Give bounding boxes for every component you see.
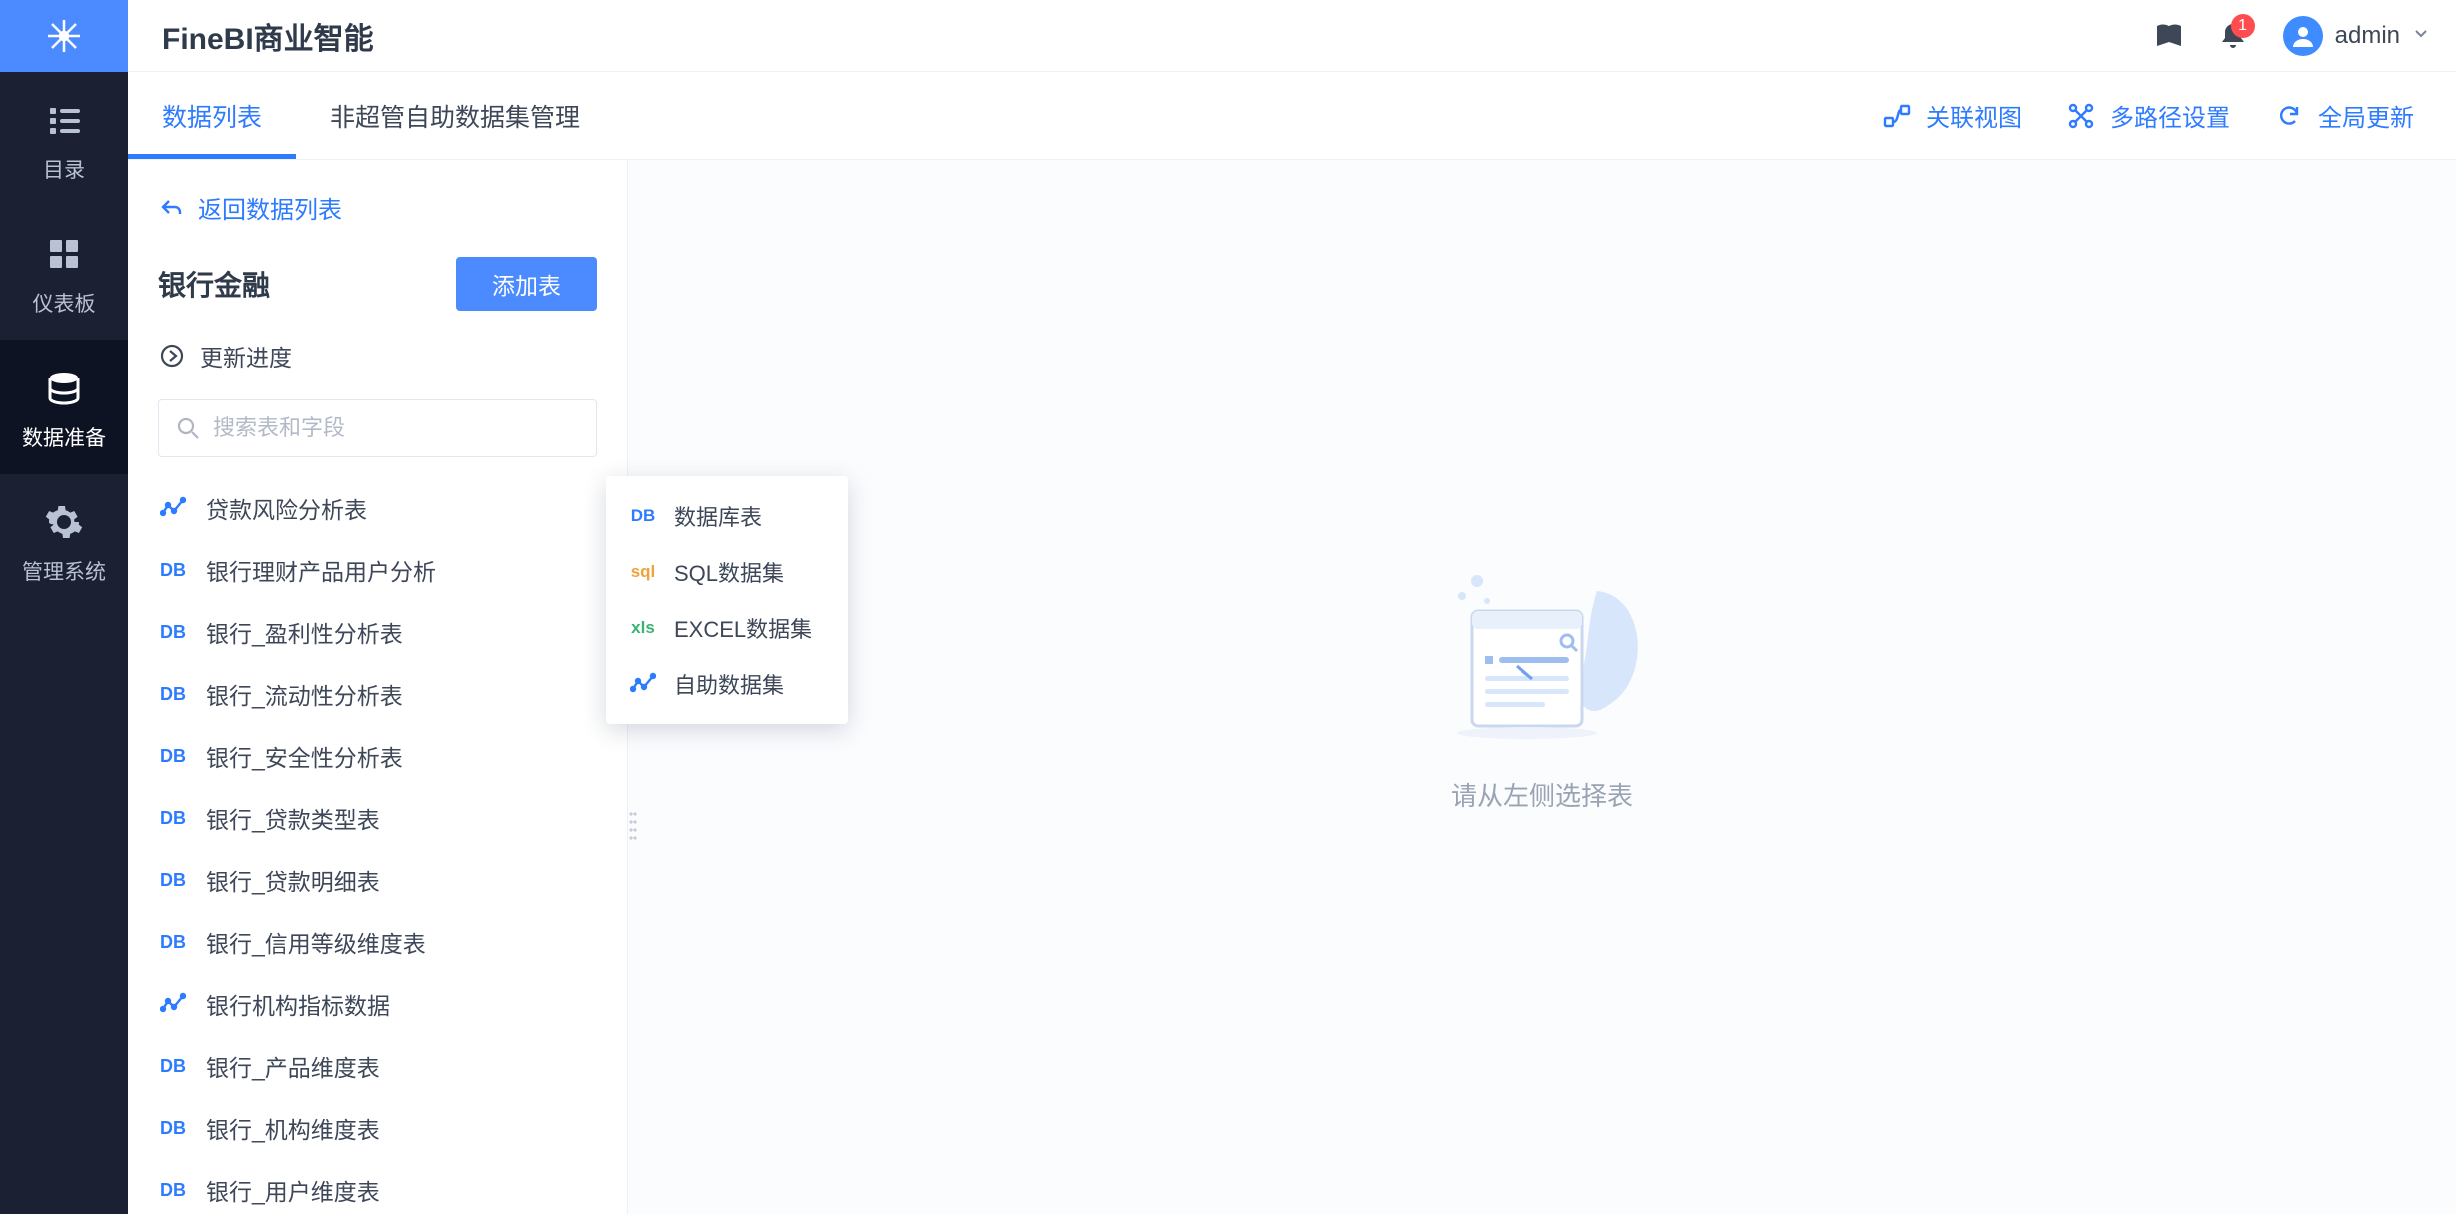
db-source-icon: DB — [628, 506, 658, 526]
tab-nonadmin-dataset[interactable]: 非超管自助数据集管理 — [296, 72, 614, 159]
add-table-menu: DB 数据库表 sql SQL数据集 xls EXCEL数据集自助数据集 — [606, 476, 848, 724]
tab-label: 数据列表 — [162, 98, 262, 134]
top-bar: FineBI商业智能 1 admin — [128, 0, 2456, 72]
rail-label: 目录 — [43, 154, 85, 184]
left-rail: 目录 仪表板 数据准备 管理系统 — [0, 0, 128, 1214]
package-name: 银行金融 — [158, 264, 436, 304]
table-item[interactable]: DB 银行_安全性分析表 — [128, 725, 627, 787]
table-item[interactable]: DB 银行_用户维度表 — [128, 1159, 627, 1214]
rail-item-dashboard[interactable]: 仪表板 — [0, 206, 128, 340]
app-logo[interactable] — [0, 0, 128, 72]
table-name: 银行_贷款明细表 — [206, 863, 380, 897]
dashboard-icon — [44, 234, 84, 274]
search-field[interactable] — [158, 399, 597, 457]
table-name: 银行机构指标数据 — [206, 987, 390, 1021]
add-menu-item[interactable]: DB 数据库表 — [606, 488, 848, 544]
bell-icon[interactable]: 1 — [2209, 12, 2257, 60]
xls-source-icon: xls — [628, 618, 658, 638]
table-name: 贷款风险分析表 — [206, 491, 367, 525]
chevron-down-icon — [2412, 24, 2430, 47]
db-table-icon: DB — [158, 1118, 188, 1139]
table-name: 银行_产品维度表 — [206, 1049, 380, 1083]
action-label: 关联视图 — [1926, 98, 2022, 133]
search-input[interactable] — [213, 415, 580, 441]
table-name: 银行_盈利性分析表 — [206, 615, 403, 649]
db-table-icon: DB — [158, 808, 188, 829]
db-table-icon: DB — [158, 1056, 188, 1077]
rail-label: 管理系统 — [22, 556, 106, 586]
db-table-icon: DB — [158, 746, 188, 767]
app-title: FineBI商业智能 — [162, 14, 374, 58]
sub-header: 数据列表 非超管自助数据集管理 关联视图 多路径设置 全局更新 — [128, 72, 2456, 160]
table-item[interactable]: DB 银行_产品维度表 — [128, 1035, 627, 1097]
notification-badge: 1 — [2231, 14, 2255, 38]
table-list: 贷款风险分析表 DB 银行理财产品用户分析 DB 银行_盈利性分析表 DB 银行_流动性分析… — [128, 465, 627, 1214]
rail-label: 数据准备 — [22, 422, 106, 452]
db-table-icon: DB — [158, 684, 188, 705]
self-source-icon — [628, 671, 658, 697]
table-panel: 返回数据列表 银行金融 添加表 更新进度 贷款风险分析表DB银行理财产品用户 — [128, 160, 628, 1214]
add-menu-item[interactable]: sql SQL数据集 — [606, 544, 848, 600]
table-item[interactable]: DB 银行_盈利性分析表 — [128, 601, 627, 663]
table-item[interactable]: DB 银行_贷款明细表 — [128, 849, 627, 911]
table-item[interactable]: 银行机构指标数据 — [128, 973, 627, 1035]
table-item[interactable]: DB 银行_机构维度表 — [128, 1097, 627, 1159]
db-table-icon: DB — [158, 870, 188, 891]
avatar-icon — [2283, 16, 2323, 56]
rail-item-catalog[interactable]: 目录 — [0, 72, 128, 206]
table-name: 银行_贷款类型表 — [206, 801, 380, 835]
table-item[interactable]: DB 银行_流动性分析表 — [128, 663, 627, 725]
progress-label: 更新进度 — [200, 339, 292, 373]
rail-item-data-prep[interactable]: 数据准备 — [0, 340, 128, 474]
action-relation-view[interactable]: 关联视图 — [1860, 98, 2044, 133]
self-dataset-icon — [158, 991, 188, 1017]
table-name: 银行_安全性分析表 — [206, 739, 403, 773]
add-menu-label: EXCEL数据集 — [674, 612, 812, 644]
back-to-list[interactable]: 返回数据列表 — [128, 180, 627, 243]
empty-text: 请从左侧选择表 — [1451, 776, 1633, 813]
db-table-icon: DB — [158, 622, 188, 643]
rail-item-admin[interactable]: 管理系统 — [0, 474, 128, 608]
table-name: 银行_流动性分析表 — [206, 677, 403, 711]
user-menu[interactable]: admin — [2283, 16, 2430, 56]
back-label: 返回数据列表 — [198, 190, 342, 225]
db-table-icon: DB — [158, 932, 188, 953]
table-item[interactable]: DB 银行_贷款类型表 — [128, 787, 627, 849]
table-name: 银行理财产品用户分析 — [206, 553, 436, 587]
db-table-icon: DB — [158, 1180, 188, 1201]
add-menu-item[interactable]: 自助数据集 — [606, 656, 848, 712]
action-label: 全局更新 — [2318, 98, 2414, 133]
add-menu-item[interactable]: xls EXCEL数据集 — [606, 600, 848, 656]
tab-data-list[interactable]: 数据列表 — [128, 72, 296, 159]
table-item[interactable]: DB 银行_信用等级维度表 — [128, 911, 627, 973]
empty-illustration — [1417, 561, 1667, 746]
rail-label: 仪表板 — [33, 288, 96, 318]
add-table-button[interactable]: 添加表 — [456, 257, 597, 311]
table-name: 银行_用户维度表 — [206, 1173, 380, 1207]
table-item[interactable]: 贷款风险分析表 — [128, 477, 627, 539]
sql-source-icon: sql — [628, 562, 658, 582]
table-name: 银行_信用等级维度表 — [206, 925, 426, 959]
user-name: admin — [2335, 22, 2400, 50]
table-name: 银行_机构维度表 — [206, 1111, 380, 1145]
database-icon — [44, 368, 84, 408]
canvas: 请从左侧选择表 — [628, 160, 2456, 1214]
resize-handle[interactable] — [627, 800, 639, 852]
add-menu-label: SQL数据集 — [674, 556, 784, 588]
add-menu-label: 数据库表 — [674, 500, 762, 532]
action-global-refresh[interactable]: 全局更新 — [2252, 98, 2436, 133]
tab-label: 非超管自助数据集管理 — [330, 98, 580, 134]
update-progress[interactable]: 更新进度 — [128, 321, 627, 381]
db-table-icon: DB — [158, 560, 188, 581]
table-item[interactable]: DB 银行理财产品用户分析 — [128, 539, 627, 601]
action-multipath[interactable]: 多路径设置 — [2044, 98, 2252, 133]
add-menu-label: 自助数据集 — [674, 668, 784, 700]
list-icon — [44, 100, 84, 140]
self-dataset-icon — [158, 495, 188, 521]
docs-icon[interactable] — [2145, 12, 2193, 60]
gear-icon — [44, 502, 84, 542]
action-label: 多路径设置 — [2110, 98, 2230, 133]
